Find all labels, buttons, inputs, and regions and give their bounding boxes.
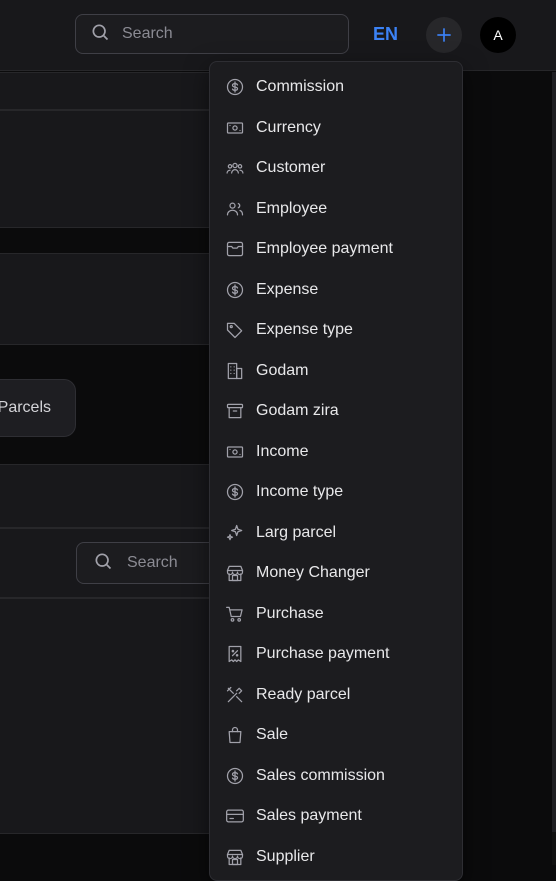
menu-item-employee-payment[interactable]: Employee payment [210, 229, 462, 270]
credit-card-icon [225, 806, 245, 826]
content-panel [0, 464, 210, 528]
menu-item-label: Expense [256, 280, 319, 298]
menu-item-label: Purchase payment [256, 645, 390, 663]
banknote-icon [225, 118, 245, 138]
avatar[interactable]: A [480, 17, 516, 53]
menu-item-purchase-payment[interactable]: Purchase payment [210, 634, 462, 675]
menu-item-label: Sales commission [256, 766, 385, 784]
menu-item-godam-zira[interactable]: Godam zira [210, 391, 462, 432]
menu-item-label: Ready parcel [256, 685, 351, 703]
menu-item-currency[interactable]: Currency [210, 108, 462, 149]
language-switcher[interactable]: EN [373, 24, 398, 45]
menu-item-employee[interactable]: Employee [210, 189, 462, 230]
menu-item-label: Money Changer [256, 564, 370, 582]
menu-item-label: Sale [256, 726, 289, 744]
tag-icon [225, 320, 245, 340]
tools-icon [225, 685, 245, 705]
banknote-icon [225, 442, 245, 462]
menu-item-label: Commission [256, 78, 345, 96]
menu-item-money-changer[interactable]: Money Changer [210, 553, 462, 594]
menu-item-income[interactable]: Income [210, 432, 462, 473]
users-group-icon [225, 158, 245, 178]
menu-item-sale[interactable]: Sale [210, 715, 462, 756]
search-input[interactable] [120, 24, 344, 44]
store-icon [225, 847, 245, 867]
menu-item-customer[interactable]: Customer [210, 148, 462, 189]
menu-item-label: Employee [256, 199, 328, 217]
content-panel [0, 598, 210, 834]
menu-item-label: Employee payment [256, 240, 393, 258]
menu-item-godam[interactable]: Godam [210, 351, 462, 392]
scrollbar-thumb[interactable] [552, 72, 556, 832]
menu-item-label: Expense type [256, 321, 353, 339]
wallet-icon [225, 239, 245, 259]
menu-item-label: Customer [256, 159, 326, 177]
menu-item-ready-parcel[interactable]: Ready parcel [210, 675, 462, 716]
global-search-field[interactable] [75, 14, 349, 54]
dollar-circle-icon [225, 280, 245, 300]
menu-item-sales-payment[interactable]: Sales payment [210, 796, 462, 837]
cart-icon [225, 604, 245, 624]
menu-item-sales-commission[interactable]: Sales commission [210, 756, 462, 797]
parcels-label: Parcels [0, 399, 51, 416]
parcels-tab[interactable]: Parcels [0, 379, 76, 437]
content-panel [0, 253, 210, 345]
menu-item-label: Purchase [256, 604, 324, 622]
menu-item-label: Godam [256, 361, 309, 379]
dollar-circle-icon [225, 766, 245, 786]
menu-item-label: Currency [256, 118, 321, 136]
menu-item-commission[interactable]: Commission [210, 67, 462, 108]
shopping-bag-icon [225, 725, 245, 745]
sparkles-icon [225, 523, 245, 543]
menu-item-larg-parcel[interactable]: Larg parcel [210, 513, 462, 554]
menu-item-label: Larg parcel [256, 523, 337, 541]
menu-item-label: Supplier [256, 847, 315, 865]
create-menu: Commission Currency Customer Employee Employ… [209, 61, 463, 881]
search-icon [93, 551, 113, 576]
receipt-icon [225, 644, 245, 664]
menu-item-expense-type[interactable]: Expense type [210, 310, 462, 351]
dollar-circle-icon [225, 77, 245, 97]
users-icon [225, 199, 245, 219]
menu-item-expense[interactable]: Expense [210, 270, 462, 311]
store-icon [225, 563, 245, 583]
building-icon [225, 361, 245, 381]
menu-item-label: Income [256, 442, 309, 460]
menu-item-label: Income type [256, 483, 344, 501]
menu-item-income-type[interactable]: Income type [210, 472, 462, 513]
dollar-circle-icon [225, 482, 245, 502]
search-icon [90, 22, 110, 47]
menu-item-label: Godam zira [256, 402, 339, 420]
menu-item-label: Sales payment [256, 807, 362, 825]
content-panel [0, 72, 210, 110]
content-panel [0, 110, 210, 228]
plus-icon [437, 28, 451, 42]
add-button[interactable] [426, 17, 462, 53]
menu-item-supplier[interactable]: Supplier [210, 837, 462, 878]
menu-item-purchase[interactable]: Purchase [210, 594, 462, 635]
archive-icon [225, 401, 245, 421]
